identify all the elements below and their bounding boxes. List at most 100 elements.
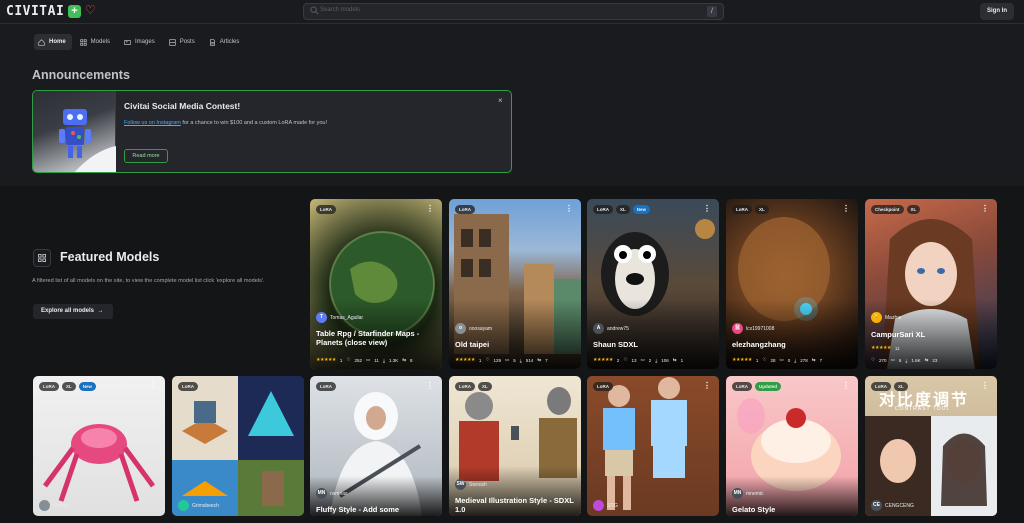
download-icon: ⤓	[519, 357, 522, 363]
model-card[interactable]: Checkpoint XL ⋮ 😏 Mazhar CampurSari XL ★★★…	[865, 199, 997, 369]
download-icon: ⤓	[905, 357, 908, 363]
downloads-count: 106	[661, 357, 669, 363]
more-options-icon[interactable]: ⋮	[426, 381, 434, 390]
model-title[interactable]: Shaun SDXL	[593, 340, 715, 349]
arrow-right-icon: →	[97, 308, 104, 314]
avatar[interactable]: 😏	[871, 312, 882, 323]
model-card[interactable]: LoRA XL ⋮ 对比度调节 CONTRAST TOOL CE CENGCENG	[865, 376, 997, 516]
announcement-body: Follow us on Instagram for a chance to w…	[124, 120, 327, 126]
tab-models[interactable]: Models	[76, 34, 116, 50]
more-options-icon[interactable]: ⋮	[842, 204, 850, 213]
download-icon: ⤓	[794, 357, 797, 363]
model-title[interactable]: Old taipei	[455, 340, 577, 349]
model-title[interactable]: Gelato Style	[732, 505, 854, 514]
avatar[interactable]: MN	[732, 488, 743, 499]
comments-count: 11	[374, 357, 379, 363]
sign-in-button[interactable]: Sign In	[980, 3, 1014, 20]
creator-name[interactable]: andrew75	[607, 326, 629, 332]
avatar[interactable]: o	[455, 323, 466, 334]
creator-name[interactable]: CENGCENG	[885, 503, 914, 509]
creator-name[interactable]: Tomas_Aguilar	[330, 315, 363, 321]
type-badge: LoRA	[455, 382, 475, 391]
model-card[interactable]: LoRA ⋮ SDG	[587, 376, 719, 516]
announcement-card: Civitai Social Media Contest! Follow us …	[32, 90, 512, 173]
avatar[interactable]	[39, 500, 50, 511]
creator-name[interactable]: ooosayam	[469, 326, 492, 332]
tab-posts[interactable]: Posts	[165, 34, 201, 50]
model-stats: ★★★★★ 2 ♡ 13 ▭ 2 ⤓ 106 ⇆ 1	[593, 357, 683, 363]
model-title[interactable]: Table Rpg / Starfinder Maps - Planets (c…	[316, 329, 438, 347]
tab-home[interactable]: Home	[34, 34, 72, 50]
brand-logo[interactable]: CIVITAI	[6, 4, 64, 19]
creator-name[interactable]: nxmnas	[330, 491, 348, 497]
comment-icon: ▭	[366, 357, 371, 362]
model-card[interactable]: LoRA ⋮ MN nxmnas Fluffy Style - Add some	[310, 376, 442, 516]
model-stats: ★★★★★ 1 ♡ 28 ▭ 0 ⤓ 278 ⇆ 7	[732, 357, 822, 363]
model-card[interactable]: LoRA Updated ⋮ MN mnemic Gelato Style	[726, 376, 858, 516]
model-card[interactable]: LoRA XL SW Swoosh Medieval Illustration St…	[449, 376, 581, 516]
likes-count: 28	[770, 357, 776, 363]
search-shortcut-key: /	[707, 6, 717, 17]
tab-images[interactable]: Images	[120, 34, 161, 50]
model-card[interactable]: LoRA XL New ⋮ Coeus	[33, 376, 165, 516]
model-title[interactable]: elezhangzhang	[732, 340, 854, 349]
create-plus-icon[interactable]: +	[68, 5, 81, 18]
rating-count: 1	[755, 357, 759, 363]
comments-count: 2	[648, 357, 652, 363]
model-title[interactable]: Fluffy Style - Add some	[316, 505, 438, 514]
home-icon	[38, 38, 45, 46]
avatar[interactable]: T	[316, 312, 327, 323]
instagram-link[interactable]: Follow us on Instagram	[124, 120, 181, 126]
model-card[interactable]: LoRA ⋮ o ooosayam Old taipei ★★★★★ 1 ♡ 129 ▭ 5…	[449, 199, 581, 369]
model-card[interactable]: LoRA XL New ⋮ Aandrew75 Shaun SDXL ★★★★★ 2 ♡…	[587, 199, 719, 369]
more-options-icon[interactable]: ⋮	[981, 204, 989, 213]
creator-name[interactable]: mnemic	[746, 491, 764, 497]
base-model-badge: XL	[478, 382, 492, 391]
base-model-badge: XL	[616, 205, 630, 214]
avatar[interactable]: A	[593, 323, 604, 334]
more-options-icon[interactable]: ⋮	[149, 381, 157, 390]
avatar[interactable]: 蓝	[732, 323, 743, 334]
heart-icon: ♡	[762, 357, 767, 362]
creator-name[interactable]: Coeus	[53, 503, 67, 509]
model-title[interactable]: CampurSari XL	[871, 330, 993, 339]
creator-name[interactable]: SDG	[607, 503, 618, 509]
heart-icon[interactable]: ♡	[85, 3, 96, 17]
creator-name[interactable]: Grimsbeech	[192, 503, 219, 509]
new-badge: New	[78, 382, 97, 391]
more-options-icon[interactable]: ⋮	[565, 204, 573, 213]
model-rating: ★★★★★ 11	[871, 345, 900, 351]
comment-icon: ▭	[890, 357, 895, 362]
featured-grid-icon	[33, 249, 51, 267]
more-options-icon[interactable]: ⋮	[842, 381, 850, 390]
search-input[interactable]: Search models /	[303, 3, 724, 20]
avatar[interactable]: MN	[316, 488, 327, 499]
model-card[interactable]: LoRA ⋮ T Tomas_Aguilar Table Rpg / Starfi…	[310, 199, 442, 369]
read-more-button[interactable]: Read more	[124, 149, 168, 163]
creator-name[interactable]: Mazhar	[885, 315, 902, 321]
featured-description: A filtered list of all models on the sit…	[32, 278, 265, 284]
more-options-icon[interactable]: ⋮	[426, 204, 434, 213]
creator-name[interactable]: Swoosh	[469, 482, 487, 488]
more-options-icon[interactable]: ⋮	[981, 381, 989, 390]
avatar[interactable]	[178, 500, 189, 511]
model-card[interactable]: LoRA XL ⋮ 蓝 lcx19971008 elezhangzhang ★★★★…	[726, 199, 858, 369]
avatar[interactable]: SW	[455, 479, 466, 490]
avatar[interactable]: CE	[871, 500, 882, 511]
model-stats: ★★★★★ 1 ♡ 252 ▭ 11 ⤓ 1.3K ⇆ 8	[316, 357, 413, 363]
model-title[interactable]: Medieval Illustration Style - SDXL 1.0	[455, 496, 577, 514]
model-card[interactable]: LoRA Grimsbeech	[172, 376, 304, 516]
image-icon	[124, 39, 131, 45]
type-badge: LoRA	[39, 382, 59, 391]
close-icon[interactable]: ×	[498, 96, 503, 105]
explore-all-models-button[interactable]: Explore all models →	[33, 304, 113, 319]
more-options-icon[interactable]: ⋮	[703, 204, 711, 213]
tab-articles[interactable]: Articles	[205, 34, 246, 50]
type-badge: Checkpoint	[871, 205, 904, 214]
search-icon	[310, 6, 319, 15]
comment-icon: ▭	[505, 357, 510, 362]
collected-count: 8	[409, 357, 413, 363]
more-options-icon[interactable]: ⋮	[703, 381, 711, 390]
avatar[interactable]	[593, 500, 604, 511]
creator-name[interactable]: lcx19971008	[746, 326, 774, 332]
